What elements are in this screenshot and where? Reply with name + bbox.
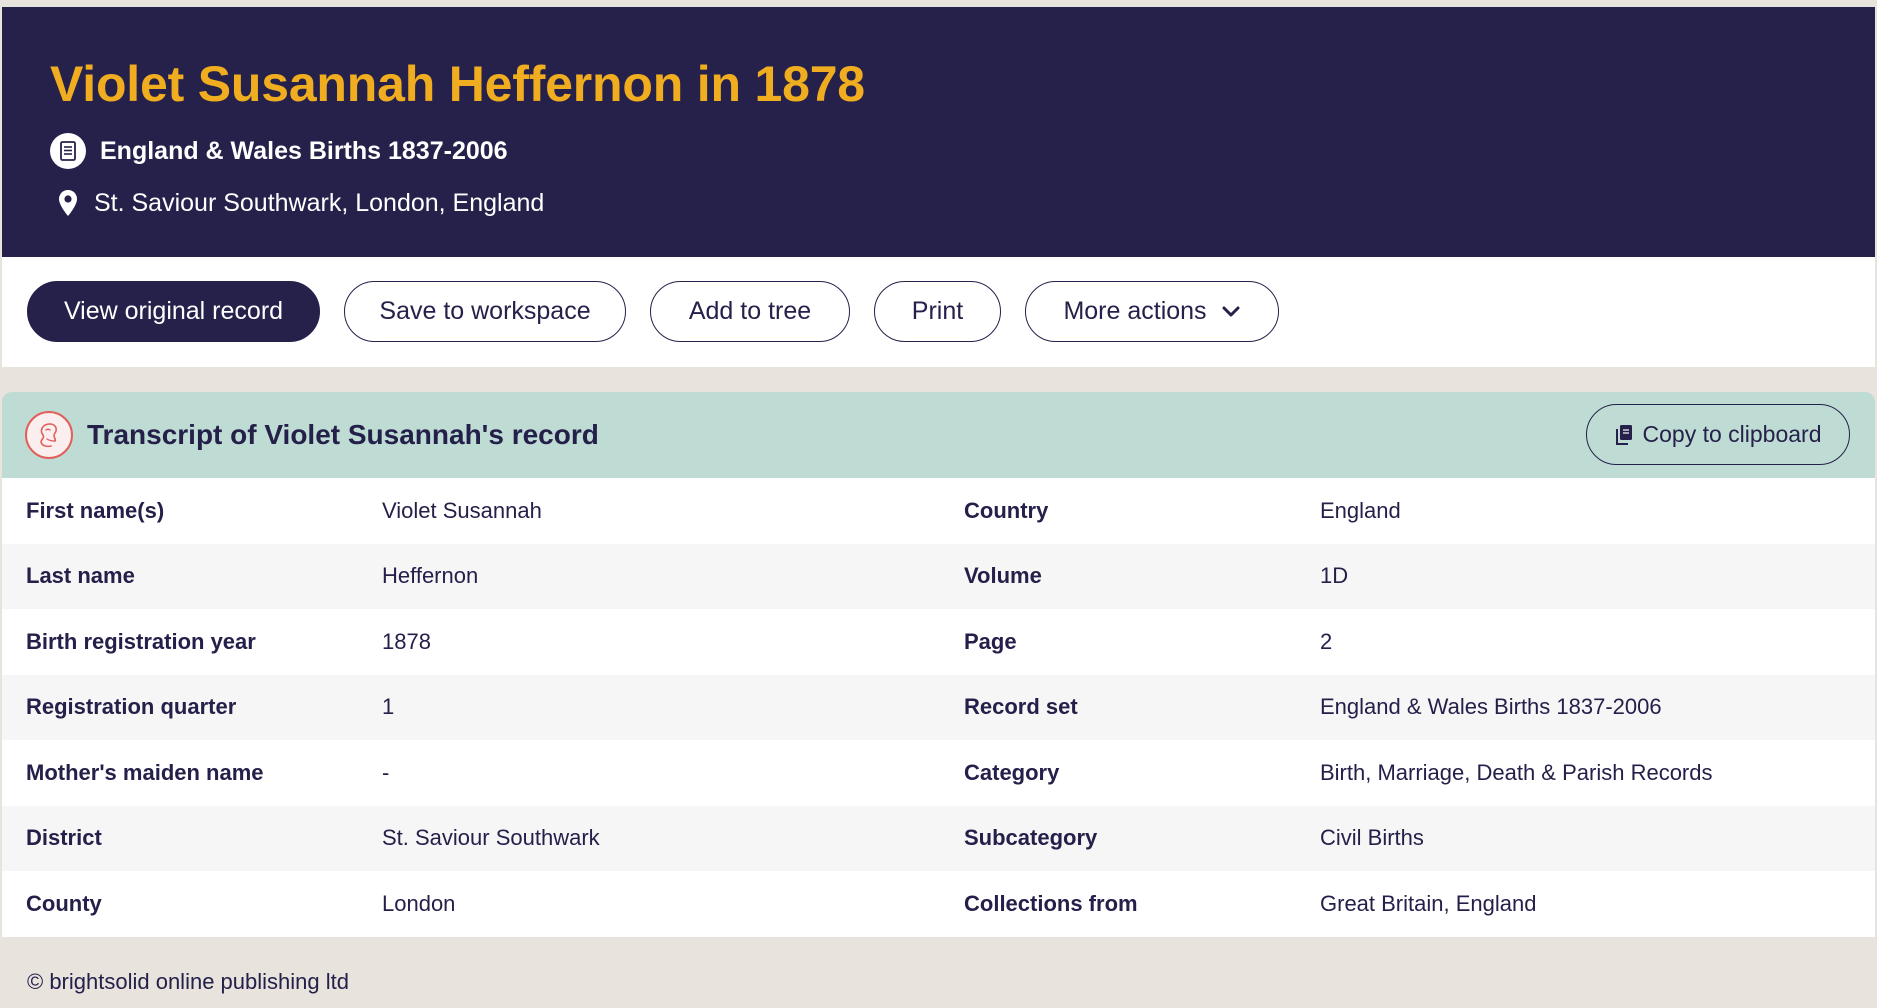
- transcript-title: Transcript of Violet Susannah's record: [87, 419, 599, 450]
- field-label: Record set: [964, 694, 1078, 720]
- field-label: Country: [964, 497, 1049, 523]
- location-row: St. Saviour Southwark, London, England: [50, 187, 1875, 219]
- more-actions-button[interactable]: More actions: [1025, 281, 1279, 342]
- save-to-workspace-button[interactable]: Save to workspace: [344, 281, 626, 342]
- field-label: Category: [964, 759, 1060, 785]
- field-value: St. Saviour Southwark: [382, 825, 600, 851]
- add-to-tree-button[interactable]: Add to tree: [650, 281, 850, 342]
- record-header: Violet Susannah Heffernon in 1878 Englan…: [2, 7, 1875, 257]
- field-label: Subcategory: [964, 825, 1098, 851]
- field-value: 1D: [1320, 563, 1349, 589]
- table-row: Last name Heffernon Volume 1D: [2, 543, 1875, 609]
- field-label: First name(s): [26, 497, 165, 523]
- portrait-icon: [25, 411, 73, 459]
- field-label: Registration quarter: [26, 694, 237, 720]
- document-icon: [50, 133, 86, 169]
- record-set-row: England & Wales Births 1837-2006: [50, 133, 1875, 169]
- field-label: District: [26, 825, 102, 851]
- print-button[interactable]: Print: [874, 281, 1001, 342]
- field-label: Collections from: [964, 890, 1138, 916]
- field-label: County: [26, 890, 102, 916]
- copy-to-clipboard-button[interactable]: Copy to clipboard: [1586, 404, 1850, 465]
- field-value: Civil Births: [1320, 825, 1424, 851]
- action-bar: View original record Save to workspace A…: [2, 257, 1875, 367]
- map-pin-icon: [56, 187, 80, 219]
- field-value: Great Britain, England: [1320, 890, 1537, 916]
- field-value: -: [382, 759, 390, 785]
- field-value: 1878: [382, 628, 431, 654]
- field-value: Violet Susannah: [382, 497, 542, 523]
- footer-copyright: © brightsolid online publishing ltd: [27, 968, 349, 994]
- table-row: First name(s) Violet Susannah Country Engla…: [2, 478, 1875, 544]
- field-value: England & Wales Births 1837-2006: [1320, 694, 1662, 720]
- field-value: England: [1320, 497, 1401, 523]
- field-value: Heffernon: [382, 563, 479, 589]
- field-label: Last name: [26, 563, 135, 589]
- more-actions-label: More actions: [1063, 297, 1207, 325]
- transcript-section: Transcript of Violet Susannah's record C…: [2, 392, 1875, 937]
- table-row: County London Collections from Great Britai…: [2, 871, 1875, 937]
- field-label: Mother's maiden name: [26, 759, 264, 785]
- field-value: Birth, Marriage, Death & Parish Records: [1320, 759, 1713, 785]
- field-label: Birth registration year: [26, 628, 256, 654]
- record-set-name: England & Wales Births 1837-2006: [100, 136, 508, 165]
- transcript-table: First name(s) Violet Susannah Country Engla…: [2, 478, 1875, 937]
- location-text: St. Saviour Southwark, London, England: [94, 188, 545, 217]
- table-row: Registration quarter 1 Record set England &…: [2, 674, 1875, 740]
- field-value: London: [382, 890, 456, 916]
- clipboard-icon: [1615, 424, 1633, 446]
- field-label: Volume: [964, 563, 1042, 589]
- chevron-down-icon: [1221, 305, 1241, 319]
- page: Violet Susannah Heffernon in 1878 Englan…: [2, 7, 1875, 995]
- copy-label: Copy to clipboard: [1642, 421, 1822, 447]
- page-title: Violet Susannah Heffernon in 1878: [50, 56, 865, 112]
- field-value: 2: [1320, 628, 1333, 654]
- table-row: Mother's maiden name - Category Birth, Marr…: [2, 740, 1875, 806]
- table-row: Birth registration year 1878 Page 2: [2, 609, 1875, 675]
- field-label: Page: [964, 628, 1017, 654]
- table-row: District St. Saviour Southwark Subcategory…: [2, 805, 1875, 871]
- view-original-record-button[interactable]: View original record: [27, 281, 320, 342]
- field-value: 1: [382, 694, 395, 720]
- transcript-header: Transcript of Violet Susannah's record C…: [2, 392, 1875, 478]
